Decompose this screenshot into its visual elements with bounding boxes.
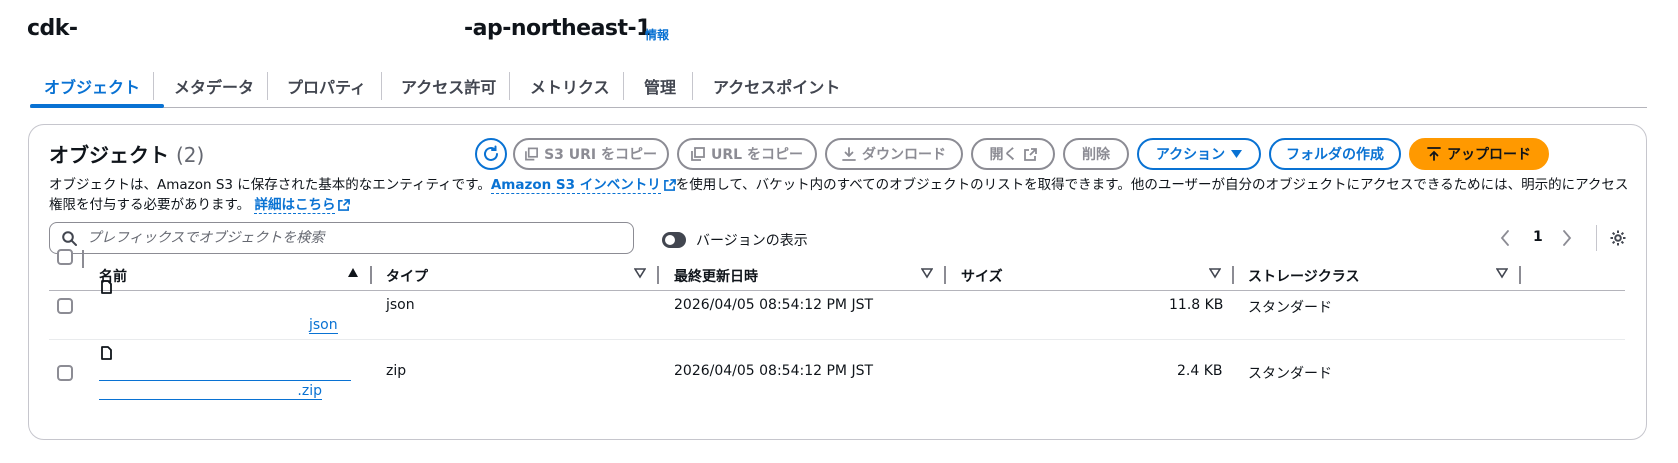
tab-properties[interactable]: プロパティ	[287, 66, 366, 108]
learn-more-link[interactable]: 詳細はこちら	[254, 197, 336, 214]
pagination-separator	[1596, 225, 1597, 251]
column-separator	[82, 250, 84, 268]
row-checkbox[interactable]	[57, 298, 73, 314]
current-page-number[interactable]: 1	[1533, 229, 1543, 245]
objects-panel: オブジェクト (2) S3 URI をコピー URL をコピー ダウンロード 開…	[28, 124, 1647, 440]
tab-separator	[623, 72, 624, 100]
column-separator	[657, 266, 659, 284]
object-last-modified: 2026/04/05 08:54:12 PM JST	[674, 297, 874, 313]
actions-label: アクション	[1155, 147, 1226, 163]
refresh-button[interactable]	[475, 138, 507, 170]
tab-separator	[267, 72, 268, 100]
column-separator	[1519, 266, 1521, 284]
bucket-title: cdk- -ap-northeast-1 情報	[27, 16, 727, 48]
bucket-name-prefix: cdk-	[27, 16, 78, 41]
objects-title: オブジェクト	[49, 143, 169, 167]
sort-icon[interactable]	[1496, 267, 1508, 279]
delete-label: 削除	[1082, 147, 1110, 163]
object-size: 2.4 KB	[1177, 363, 1223, 379]
table-header-divider	[49, 290, 1625, 291]
bucket-name-suffix: -ap-northeast-1	[464, 16, 651, 41]
active-tab-indicator	[30, 104, 164, 108]
copy-s3-uri-label: S3 URI をコピー	[544, 147, 657, 163]
column-separator	[370, 266, 372, 284]
copy-url-label: URL をコピー	[711, 147, 803, 163]
chevron-right-icon[interactable]	[1561, 230, 1573, 246]
bucket-tabs: オブジェクト メタデータ プロパティ アクセス許可 メトリクス 管理 アクセスポ…	[30, 66, 1647, 108]
sort-icon[interactable]	[634, 267, 646, 279]
chevron-left-icon[interactable]	[1499, 230, 1511, 246]
external-link-icon	[663, 179, 676, 191]
tab-access-points[interactable]: アクセスポイント	[713, 66, 840, 108]
gear-icon[interactable]	[1609, 229, 1627, 247]
column-header-storage-class[interactable]: ストレージクラス	[1248, 260, 1359, 290]
create-folder-label: フォルダの作成	[1286, 147, 1384, 163]
row-checkbox[interactable]	[57, 365, 73, 381]
column-header-type[interactable]: タイプ	[386, 260, 428, 290]
objects-header: オブジェクト (2)	[49, 139, 204, 168]
caret-down-icon	[1231, 149, 1243, 158]
tab-separator	[692, 72, 693, 100]
create-folder-button[interactable]: フォルダの作成	[1269, 138, 1401, 170]
objects-count: (2)	[175, 143, 205, 167]
object-storage-class: スタンダード	[1248, 366, 1332, 382]
file-icon	[101, 280, 112, 294]
s3-inventory-link[interactable]: Amazon S3 インベントリ	[490, 177, 661, 194]
tab-separator	[381, 72, 382, 100]
column-header-last-modified[interactable]: 最終更新日時	[674, 260, 758, 290]
tab-metadata[interactable]: メタデータ	[174, 66, 254, 108]
object-storage-class: スタンダード	[1248, 300, 1332, 316]
delete-button[interactable]: 削除	[1063, 138, 1129, 170]
upload-label: アップロード	[1447, 147, 1531, 163]
tab-metrics[interactable]: メトリクス	[530, 66, 610, 108]
object-name-link[interactable]: .zip	[99, 383, 322, 400]
tab-permissions[interactable]: アクセス許可	[401, 66, 496, 108]
upload-icon	[1427, 147, 1441, 161]
open-label: 開く	[989, 147, 1018, 163]
external-link-icon	[338, 199, 351, 211]
column-header-size[interactable]: サイズ	[961, 260, 1003, 290]
object-type: zip	[386, 363, 407, 379]
object-search-box[interactable]	[49, 222, 634, 254]
row-divider	[49, 339, 1625, 340]
upload-button[interactable]: アップロード	[1409, 138, 1549, 170]
download-label: ダウンロード	[862, 147, 946, 163]
object-last-modified: 2026/04/05 08:54:12 PM JST	[674, 363, 874, 379]
external-link-icon	[1023, 147, 1037, 161]
object-size: 11.8 KB	[1169, 297, 1224, 313]
object-name-link[interactable]: json	[309, 317, 338, 334]
copy-icon	[525, 147, 538, 161]
column-separator	[1232, 266, 1234, 284]
info-link[interactable]: 情報	[645, 26, 669, 43]
sort-icon[interactable]	[921, 267, 933, 279]
object-type: json	[386, 297, 415, 313]
copy-icon	[691, 147, 705, 161]
download-button[interactable]: ダウンロード	[825, 138, 963, 170]
tab-management[interactable]: 管理	[644, 66, 676, 108]
object-name-underline	[99, 380, 351, 381]
tab-objects[interactable]: オブジェクト	[44, 66, 140, 108]
pagination: 1	[1499, 225, 1639, 253]
copy-s3-uri-button[interactable]: S3 URI をコピー	[513, 138, 669, 170]
show-versions-toggle[interactable]	[662, 232, 686, 248]
object-search-input[interactable]	[87, 230, 607, 246]
show-versions-label: バージョンの表示	[696, 233, 808, 249]
file-icon	[101, 346, 112, 360]
open-button[interactable]: 開く	[971, 138, 1055, 170]
column-separator	[944, 266, 946, 284]
sort-icon[interactable]	[1209, 267, 1221, 279]
tab-separator	[153, 72, 154, 100]
refresh-icon	[484, 145, 498, 161]
download-icon	[842, 147, 856, 161]
search-icon	[62, 230, 77, 246]
select-all-checkbox[interactable]	[57, 249, 73, 265]
objects-description: オブジェクトは、Amazon S3 に保存された基本的なエンティティです。Ama…	[49, 177, 1629, 214]
copy-url-button[interactable]: URL をコピー	[677, 138, 817, 170]
sort-ascending-icon[interactable]	[347, 267, 359, 279]
tab-separator	[509, 72, 510, 100]
actions-dropdown-button[interactable]: アクション	[1137, 138, 1261, 170]
